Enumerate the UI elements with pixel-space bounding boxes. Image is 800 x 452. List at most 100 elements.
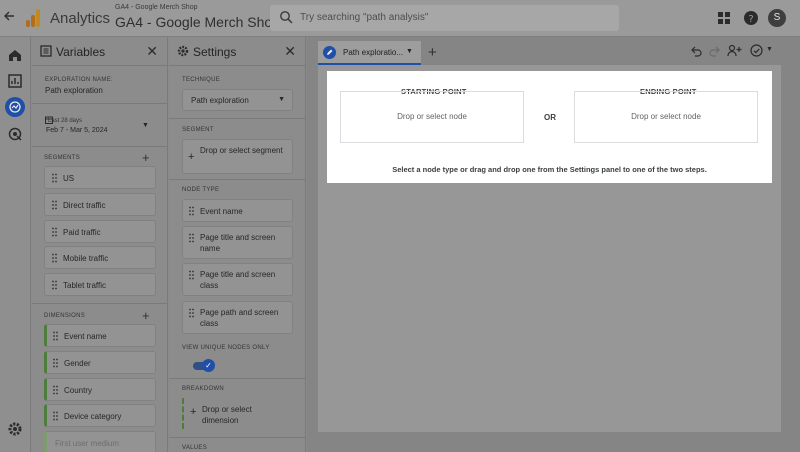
admin-gear-icon[interactable] <box>7 421 23 437</box>
close-settings-icon[interactable]: ✕ <box>284 43 296 60</box>
segment-chip[interactable]: Tablet traffic <box>44 273 156 296</box>
plus-icon: + <box>190 406 197 418</box>
share-user-icon[interactable] <box>727 44 742 57</box>
dimension-chip[interactable]: First user medium <box>44 431 156 452</box>
app-name: Analytics <box>50 10 111 27</box>
exploration-name-input[interactable]: Path exploration <box>45 86 103 95</box>
unique-nodes-label: VIEW UNIQUE NODES ONLY <box>182 345 270 351</box>
node-type-label-text: Page path and screen class <box>200 308 279 328</box>
settings-title: Settings <box>193 45 237 59</box>
apps-grid-icon[interactable] <box>716 10 732 26</box>
dimension-chip[interactable]: Device category <box>44 404 156 427</box>
segment-label: Paid traffic <box>63 228 101 237</box>
drag-handle-icon[interactable] <box>53 385 58 395</box>
search-bar[interactable]: Try searching "path analysis" <box>270 5 619 31</box>
drag-handle-icon[interactable] <box>189 308 194 318</box>
dimension-chip[interactable]: Event name <box>44 324 156 347</box>
segment-label: US <box>63 174 75 183</box>
divider <box>169 179 306 180</box>
breakdown-label: BREAKDOWN <box>182 386 225 392</box>
add-segment-icon[interactable]: + <box>142 151 150 164</box>
reports-icon[interactable] <box>7 73 23 89</box>
dimension-label: First user medium <box>55 439 120 448</box>
dimensions-label: DIMENSIONS <box>44 313 86 319</box>
chevron-down-icon[interactable]: ▼ <box>766 46 773 53</box>
node-type-chip[interactable]: Page path and screen class <box>182 301 293 334</box>
avatar[interactable]: S <box>768 9 786 27</box>
add-tab-icon[interactable]: + <box>428 44 437 61</box>
left-nav-rail <box>0 37 31 452</box>
segment-label: Mobile traffic <box>63 254 109 263</box>
explore-icon[interactable] <box>5 97 25 117</box>
account-name[interactable]: GA4 - Google Merch Shop <box>115 4 198 11</box>
close-variables-icon[interactable]: ✕ <box>146 43 158 60</box>
starting-point-drop-zone[interactable]: Drop or select node <box>340 91 524 143</box>
help-icon[interactable]: ? <box>743 10 759 26</box>
analytics-logo-icon[interactable] <box>26 9 41 27</box>
drag-handle-icon[interactable] <box>53 331 58 341</box>
drag-handle-icon[interactable] <box>52 173 57 183</box>
drag-handle-icon[interactable] <box>189 233 194 243</box>
node-type-chip[interactable]: Event name <box>182 199 293 222</box>
divider <box>169 118 306 119</box>
drag-handle-icon[interactable] <box>52 280 57 290</box>
chevron-down-icon[interactable]: ▼ <box>406 48 413 55</box>
segments-label: SEGMENTS <box>44 155 81 161</box>
segment-label: Direct traffic <box>63 201 106 210</box>
node-type-label: NODE TYPE <box>182 187 220 193</box>
dimension-chip[interactable]: Gender <box>44 351 156 374</box>
drag-handle-icon[interactable] <box>189 206 194 216</box>
back-arrow-icon[interactable] <box>3 10 17 26</box>
segment-drop-zone[interactable]: + Drop or select segment <box>182 139 293 174</box>
node-type-label-text: Page title and screen class <box>200 270 276 290</box>
breakdown-drop-text: Drop or select dimension <box>202 405 252 425</box>
redo-icon[interactable] <box>709 45 721 57</box>
advertising-icon[interactable] <box>7 126 23 142</box>
values-label: VALUES <box>182 445 208 451</box>
drag-handle-icon[interactable] <box>53 358 58 368</box>
variables-header: Variables ✕ <box>32 37 167 66</box>
date-range-text: Feb 7 - Mar 5, 2024 <box>46 127 108 134</box>
date-range-selector[interactable]: Last 28 days Feb 7 - Mar 5, 2024 ▼ <box>40 112 158 140</box>
divider <box>169 378 306 379</box>
technique-value: Path exploration <box>191 96 249 105</box>
segment-drop-text: Drop or select segment <box>200 146 283 155</box>
segment-chip[interactable]: US <box>44 166 156 189</box>
search-placeholder: Try searching "path analysis" <box>300 12 429 23</box>
drag-handle-icon[interactable] <box>52 227 57 237</box>
breakdown-drop-zone[interactable]: + Drop or select dimension <box>182 398 293 429</box>
technique-select[interactable]: Path exploration ▼ <box>182 89 293 111</box>
pencil-icon <box>323 46 336 59</box>
ending-point-drop-zone[interactable]: Drop or select node <box>574 91 758 143</box>
property-name[interactable]: GA4 - Google Merch Shop <box>115 14 280 30</box>
drag-handle-icon[interactable] <box>52 200 57 210</box>
dimension-label: Event name <box>64 332 107 341</box>
check-status-icon[interactable] <box>750 44 763 57</box>
divider <box>169 437 306 438</box>
home-icon[interactable] <box>7 47 23 63</box>
starting-point-drop-text: Drop or select node <box>397 112 467 121</box>
dimension-chip[interactable]: Country <box>44 378 156 401</box>
technique-label: TECHNIQUE <box>182 77 221 83</box>
node-type-chip[interactable]: Page title and screen class <box>182 263 293 296</box>
segment-chip[interactable]: Direct traffic <box>44 193 156 216</box>
search-icon <box>280 11 293 24</box>
toggle-check-icon[interactable]: ✓ <box>202 359 215 372</box>
divider <box>32 103 168 104</box>
chevron-down-icon: ▼ <box>278 96 285 103</box>
add-dimension-icon[interactable]: + <box>142 309 150 322</box>
top-bar: Analytics GA4 - Google Merch Shop GA4 - … <box>0 0 800 37</box>
undo-icon[interactable] <box>690 45 702 57</box>
drag-handle-icon[interactable] <box>52 253 57 263</box>
node-type-label-text: Page title and screen name <box>200 233 276 253</box>
node-type-chip[interactable]: Page title and screen name <box>182 226 293 259</box>
svg-text:?: ? <box>748 14 753 25</box>
drag-handle-icon[interactable] <box>53 411 58 421</box>
dimension-label: Device category <box>64 412 122 421</box>
dimension-label: Country <box>64 386 93 395</box>
tab-path-exploration[interactable]: Path exploratio... ▼ <box>318 41 421 65</box>
drag-handle-icon[interactable] <box>189 270 194 280</box>
chevron-down-icon: ▼ <box>142 122 149 129</box>
segment-chip[interactable]: Mobile traffic <box>44 246 156 269</box>
segment-chip[interactable]: Paid traffic <box>44 220 156 243</box>
